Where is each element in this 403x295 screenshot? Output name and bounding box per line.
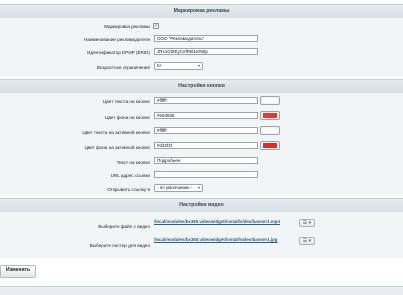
age-limit-label: Возрастное ограничение (96, 65, 150, 70)
section-header-button-settings: Настройки кнопки (0, 79, 403, 94)
ad-marking-label: Маркировка рекламы (104, 24, 150, 29)
bg-color-label: Цвет фона на кнопке (105, 115, 150, 120)
button-text-input[interactable]: Подробнее (154, 157, 258, 164)
active-bg-color-label: Цвет фона на активной кнопке (84, 145, 150, 150)
video-file-label: Выберите файл с видео (98, 224, 150, 229)
active-bg-color-picker[interactable] (260, 141, 280, 150)
button-text-label: Текст на кнопке (116, 160, 150, 165)
video-file-link[interactable]: /local/modules/bx365.videowidget/install… (154, 219, 280, 224)
active-text-color-label: Цвет текста на активной кнопке (82, 130, 150, 135)
age-limit-select[interactable]: 6+ ▾ (154, 62, 203, 70)
color-swatch (263, 113, 277, 118)
chevron-down-icon: ▾ (197, 185, 200, 190)
bg-color-input[interactable]: #e53935 (154, 112, 258, 119)
save-button[interactable]: Изменить (0, 265, 37, 278)
text-color-picker[interactable] (260, 96, 280, 105)
active-bg-color-input[interactable]: #d32f2f (154, 142, 258, 149)
open-link-select[interactable]: - по умолчанию - ▾ (154, 184, 203, 192)
text-color-label: Цвет текста на кнопке (103, 99, 150, 104)
color-swatch (263, 128, 277, 133)
text-color-input[interactable]: #ffffff (154, 97, 258, 104)
video-file-menu-button[interactable]: ☰ ▾ (299, 219, 315, 227)
color-swatch (263, 143, 277, 148)
section-header-video-settings: Настройки видео (0, 198, 403, 213)
settings-form: Маркировка рекламы Маркировка рекламы ✓ … (0, 0, 403, 295)
chevron-down-icon: ▾ (197, 63, 200, 68)
open-link-value: - по умолчанию - (157, 185, 193, 190)
menu-icon: ☰ ▾ (302, 220, 312, 226)
ad-marking-checkbox[interactable]: ✓ (153, 23, 159, 29)
link-url-input[interactable] (154, 171, 258, 178)
poster-menu-button[interactable]: ☰ ▾ (299, 237, 315, 245)
link-url-label: URL адрес ссылки (110, 173, 150, 178)
menu-icon: ☰ ▾ (302, 238, 312, 244)
check-icon: ✓ (154, 23, 159, 29)
age-limit-value: 6+ (157, 63, 163, 68)
open-link-label: Открывать ссылку в (107, 187, 150, 192)
active-text-color-picker[interactable] (260, 126, 280, 135)
active-text-color-input[interactable]: #ffffff (154, 127, 258, 134)
advertiser-input[interactable]: ООО "Рекламодатель" (154, 35, 258, 42)
advertiser-label: Наименование рекламодателя (84, 37, 150, 42)
erid-input[interactable]: JRx1O2tEyCefRB1eSWp (154, 48, 258, 55)
poster-label: Выберите постер для видео (89, 243, 150, 248)
section-header-ad-marking: Маркировка рекламы (0, 4, 403, 19)
erid-label: Идентификатор ЕРИР (ERID) (87, 50, 150, 55)
bg-color-picker[interactable] (260, 111, 280, 120)
color-swatch (263, 98, 277, 103)
poster-link[interactable]: /local/modules/bx365.videowidget/install… (154, 237, 277, 242)
